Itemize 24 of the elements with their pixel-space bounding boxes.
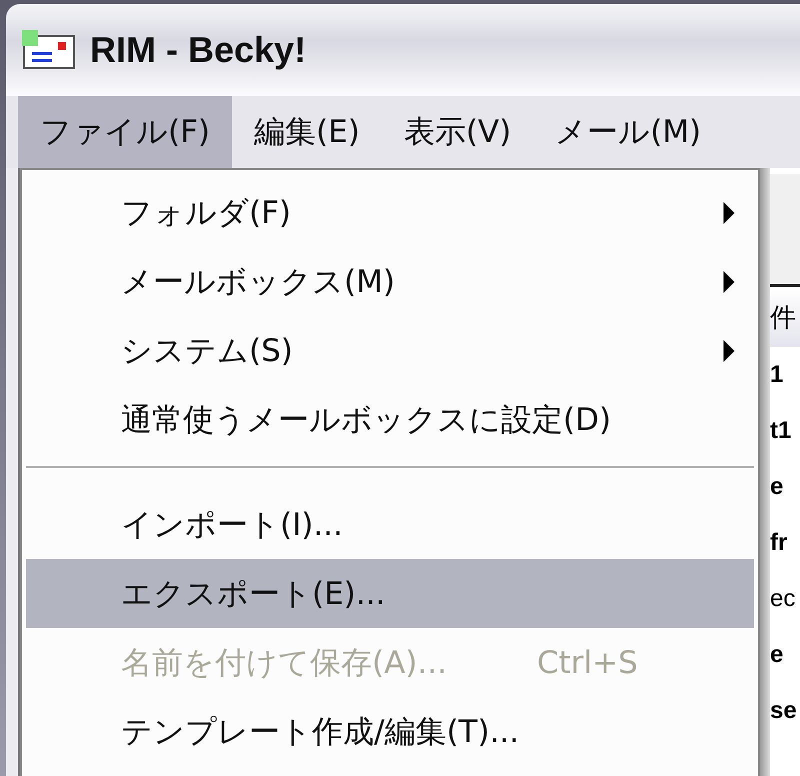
list-cell: e — [770, 641, 784, 669]
menu-item[interactable]: フォルダ(F) — [26, 178, 754, 247]
submenu-arrow-icon — [722, 270, 736, 292]
menu-item[interactable]: テンプレート作成/編集(T)... — [26, 697, 754, 766]
list-cell: 1 — [770, 361, 784, 389]
list-cell: t1 — [770, 417, 792, 445]
envelope-icon — [22, 30, 76, 70]
submenu-arrow-icon — [722, 340, 736, 362]
column-header: 件 — [770, 300, 796, 334]
menu-item[interactable]: メールボックス(M) — [26, 247, 754, 316]
menu-bar-item[interactable]: 編集(E) — [232, 96, 382, 168]
list-cell: e — [770, 473, 784, 501]
menu-item[interactable]: エクスポート(E)... — [26, 559, 754, 628]
submenu-arrow-icon — [722, 202, 736, 224]
list-cell: se — [770, 697, 797, 725]
menu-item[interactable]: インポート(I)... — [26, 490, 754, 559]
menu-bar-item[interactable]: メール(M) — [533, 96, 724, 168]
menu-bar-item[interactable]: ファイル(F) — [18, 96, 232, 168]
list-cell: fr — [770, 529, 788, 557]
window-title: RIM - Becky! — [90, 29, 306, 71]
menu-item[interactable]: 通常使うメールボックスに設定(D) — [26, 385, 754, 454]
menu-bar-item[interactable]: 表示(V) — [382, 96, 534, 168]
list-cell: ec — [770, 585, 796, 613]
menu-item[interactable]: システム(S) — [26, 316, 754, 385]
